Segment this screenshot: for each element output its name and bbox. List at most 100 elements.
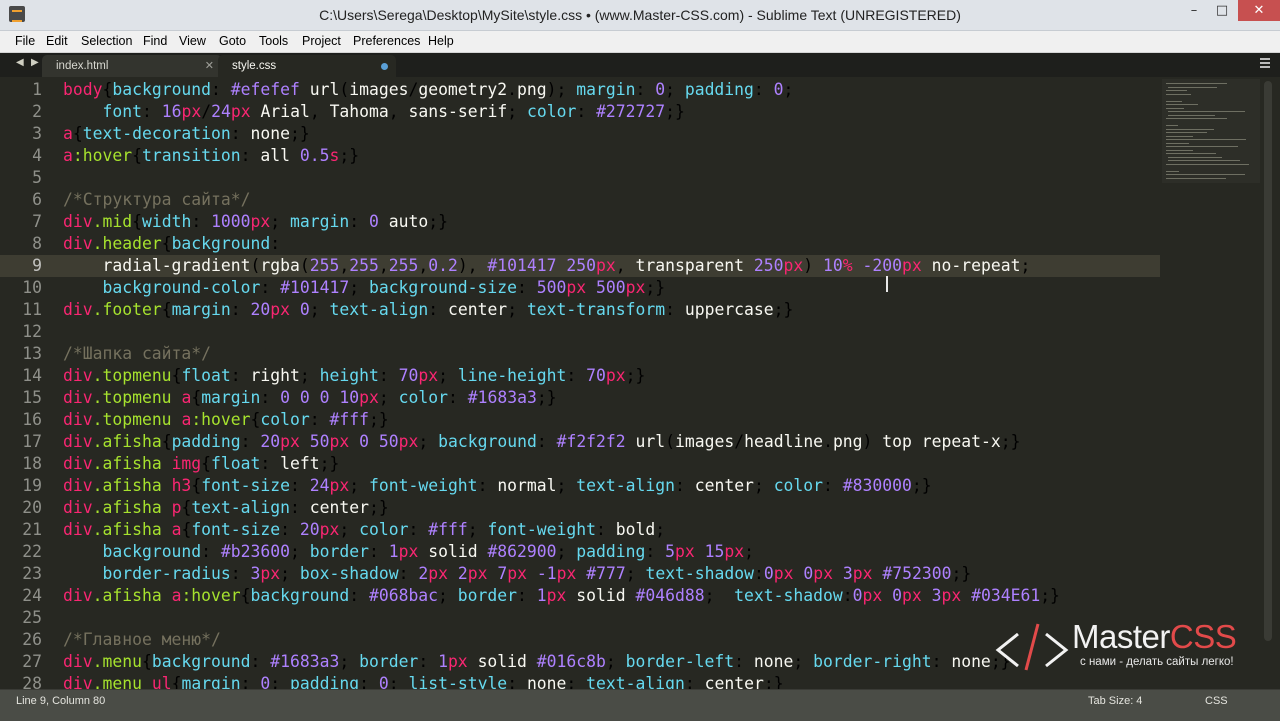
syntax-selector[interactable]: CSS [1205, 694, 1228, 708]
line-number: 12 [22, 322, 42, 341]
code-line[interactable]: 6 /*Структура сайта*/ [0, 189, 1160, 211]
tab-label: index.html [56, 60, 109, 72]
minimap-line [1166, 163, 1249, 165]
maximize-icon[interactable]: □ [1208, 0, 1236, 21]
minimap-line [1166, 142, 1189, 144]
code-line[interactable]: 17 div.afisha{padding: 20px 50px 0 50px; … [0, 431, 1160, 453]
menu-find[interactable]: Find [143, 31, 167, 52]
code-line[interactable]: 10 background-color: #101417; background… [0, 277, 1160, 299]
menu-project[interactable]: Project [302, 31, 341, 52]
menu-edit[interactable]: Edit [46, 31, 68, 52]
code-line[interactable]: 2 font: 16px/24px Arial, Tahoma, sans-se… [0, 101, 1160, 123]
code-line[interactable]: 11 div.footer{margin: 20px 0; text-align:… [0, 299, 1160, 321]
line-code: div.header{background: [63, 234, 281, 253]
minimap-line [1166, 132, 1207, 133]
code-line[interactable]: 23 border-radius: 3px; box-shadow: 2px 2… [0, 563, 1160, 585]
line-number: 6 [32, 190, 42, 209]
minimap-line [1168, 160, 1241, 161]
tab-label: style.css [232, 60, 277, 72]
line-number: 9 [32, 256, 42, 275]
code-line[interactable]: 16 div.topmenu a:hover{color: #fff;} [0, 409, 1160, 431]
menu-goto[interactable]: Goto [219, 31, 246, 52]
code-brackets-logo-icon [995, 623, 1069, 671]
code-editor[interactable]: 1 body{background: #efefef url(images/geo… [0, 79, 1280, 689]
code-line[interactable]: 3 a{text-decoration: none;} [0, 123, 1160, 145]
code-line[interactable]: 15 div.topmenu a{margin: 0 0 0 10px; colo… [0, 387, 1160, 409]
line-number: 23 [22, 564, 42, 583]
line-number: 5 [32, 168, 42, 187]
code-line[interactable]: 22 background: #b23600; border: 1px soli… [0, 541, 1160, 563]
line-code: background-color: #101417; background-si… [102, 278, 666, 297]
code-line[interactable]: 14 div.topmenu{float: right; height: 70px… [0, 365, 1160, 387]
code-line[interactable]: 19 div.afisha h3{font-size: 24px; font-we… [0, 475, 1160, 497]
code-line[interactable]: 12 [0, 321, 1160, 343]
line-number: 24 [22, 586, 42, 605]
minimap-line [1168, 114, 1215, 116]
code-line[interactable]: 28 div.menu ul{margin: 0; padding: 0; lis… [0, 673, 1160, 689]
code-line[interactable]: 27 div.menu{background: #1683a3; border: … [0, 651, 1160, 673]
menu-help[interactable]: Help [428, 31, 454, 52]
menu-tools[interactable]: Tools [259, 31, 288, 52]
minimap-line [1166, 90, 1187, 91]
minimize-icon[interactable]: – [1180, 0, 1208, 21]
line-number: 13 [22, 344, 42, 363]
watermark-name-accent: CSS [1169, 618, 1237, 655]
code-line[interactable]: 24 div.afisha a:hover{background: #068bac… [0, 585, 1160, 607]
code-line[interactable]: 13 /*Шапка сайта*/ [0, 343, 1160, 365]
watermark-name: MasterCSS [1072, 618, 1237, 656]
code-line[interactable]: 9 radial-gradient(rgba(255,255,255,0.2),… [0, 255, 1160, 277]
close-icon[interactable]: ✕ [1238, 0, 1280, 21]
line-code: /*Главное меню*/ [63, 630, 221, 649]
tab-next-icon[interactable]: ▶ [31, 57, 39, 68]
tab-index-html[interactable]: index.html ✕ [42, 55, 222, 77]
line-number: 20 [22, 498, 42, 517]
line-code: div.topmenu a:hover{color: #fff;} [63, 410, 389, 429]
line-code: radial-gradient(rgba(255,255,255,0.2), #… [102, 256, 1031, 275]
menu-preferences[interactable]: Preferences [353, 31, 420, 52]
scrollbar-thumb[interactable] [1264, 81, 1272, 641]
line-code: div.topmenu{float: right; height: 70px; … [63, 366, 646, 385]
tab-list-menu-icon[interactable] [1260, 58, 1270, 68]
code-line[interactable]: 25 [0, 607, 1160, 629]
code-line[interactable]: 8 div.header{background: [0, 233, 1160, 255]
tab-prev-icon[interactable]: ◀ [16, 57, 24, 68]
code-line[interactable]: 18 div.afisha img{float: left;} [0, 453, 1160, 475]
menu-file[interactable]: File [15, 31, 35, 52]
vertical-scrollbar[interactable] [1262, 79, 1276, 689]
code-line[interactable]: 26 /*Главное меню*/ [0, 629, 1160, 651]
code-line[interactable]: 20 div.afisha p{text-align: center;} [0, 497, 1160, 519]
line-code: div.menu{background: #1683a3; border: 1p… [63, 652, 1011, 671]
minimap-line [1166, 149, 1194, 151]
minimap-line [1166, 107, 1185, 109]
line-code: /*Структура сайта*/ [63, 190, 251, 209]
line-code: div.afisha img{float: left;} [63, 454, 340, 473]
menu-view[interactable]: View [179, 31, 206, 52]
minimap-line [1166, 128, 1215, 130]
tab-style-css[interactable]: style.css [218, 55, 396, 77]
minimap[interactable] [1162, 79, 1260, 183]
menu-selection[interactable]: Selection [81, 31, 132, 52]
code-line[interactable]: 5 [0, 167, 1160, 189]
line-number: 11 [22, 300, 42, 319]
window-title: C:\Users\Serega\Desktop\MySite\style.css… [319, 7, 961, 23]
line-number: 10 [22, 278, 42, 297]
line-code: div.mid{width: 1000px; margin: 0 auto;} [63, 212, 448, 231]
minimap-line [1166, 118, 1227, 119]
minimap-line [1166, 93, 1191, 95]
code-line[interactable]: 21 div.afisha a{font-size: 20px; color: #… [0, 519, 1160, 541]
line-code: font: 16px/24px Arial, Tahoma, sans-seri… [102, 102, 685, 121]
line-number: 25 [22, 608, 42, 627]
minimap-line [1166, 174, 1245, 175]
cursor-position: Line 9, Column 80 [16, 695, 106, 707]
line-number: 1 [32, 80, 42, 99]
minimap-line [1166, 125, 1179, 126]
code-line[interactable]: 1 body{background: #efefef url(images/geo… [0, 79, 1160, 101]
code-line[interactable]: 4 a:hover{transition: all 0.5s;} [0, 145, 1160, 167]
tab-close-icon[interactable]: ✕ [205, 55, 214, 77]
tab-size-selector[interactable]: Tab Size: 4 [1088, 694, 1142, 708]
menu-bar: File Edit Selection Find View Goto Tools… [0, 31, 1280, 53]
code-line[interactable]: 7 div.mid{width: 1000px; margin: 0 auto;} [0, 211, 1160, 233]
unsaved-dot-icon[interactable] [381, 63, 388, 70]
line-number: 17 [22, 432, 42, 451]
line-number: 15 [22, 388, 42, 407]
